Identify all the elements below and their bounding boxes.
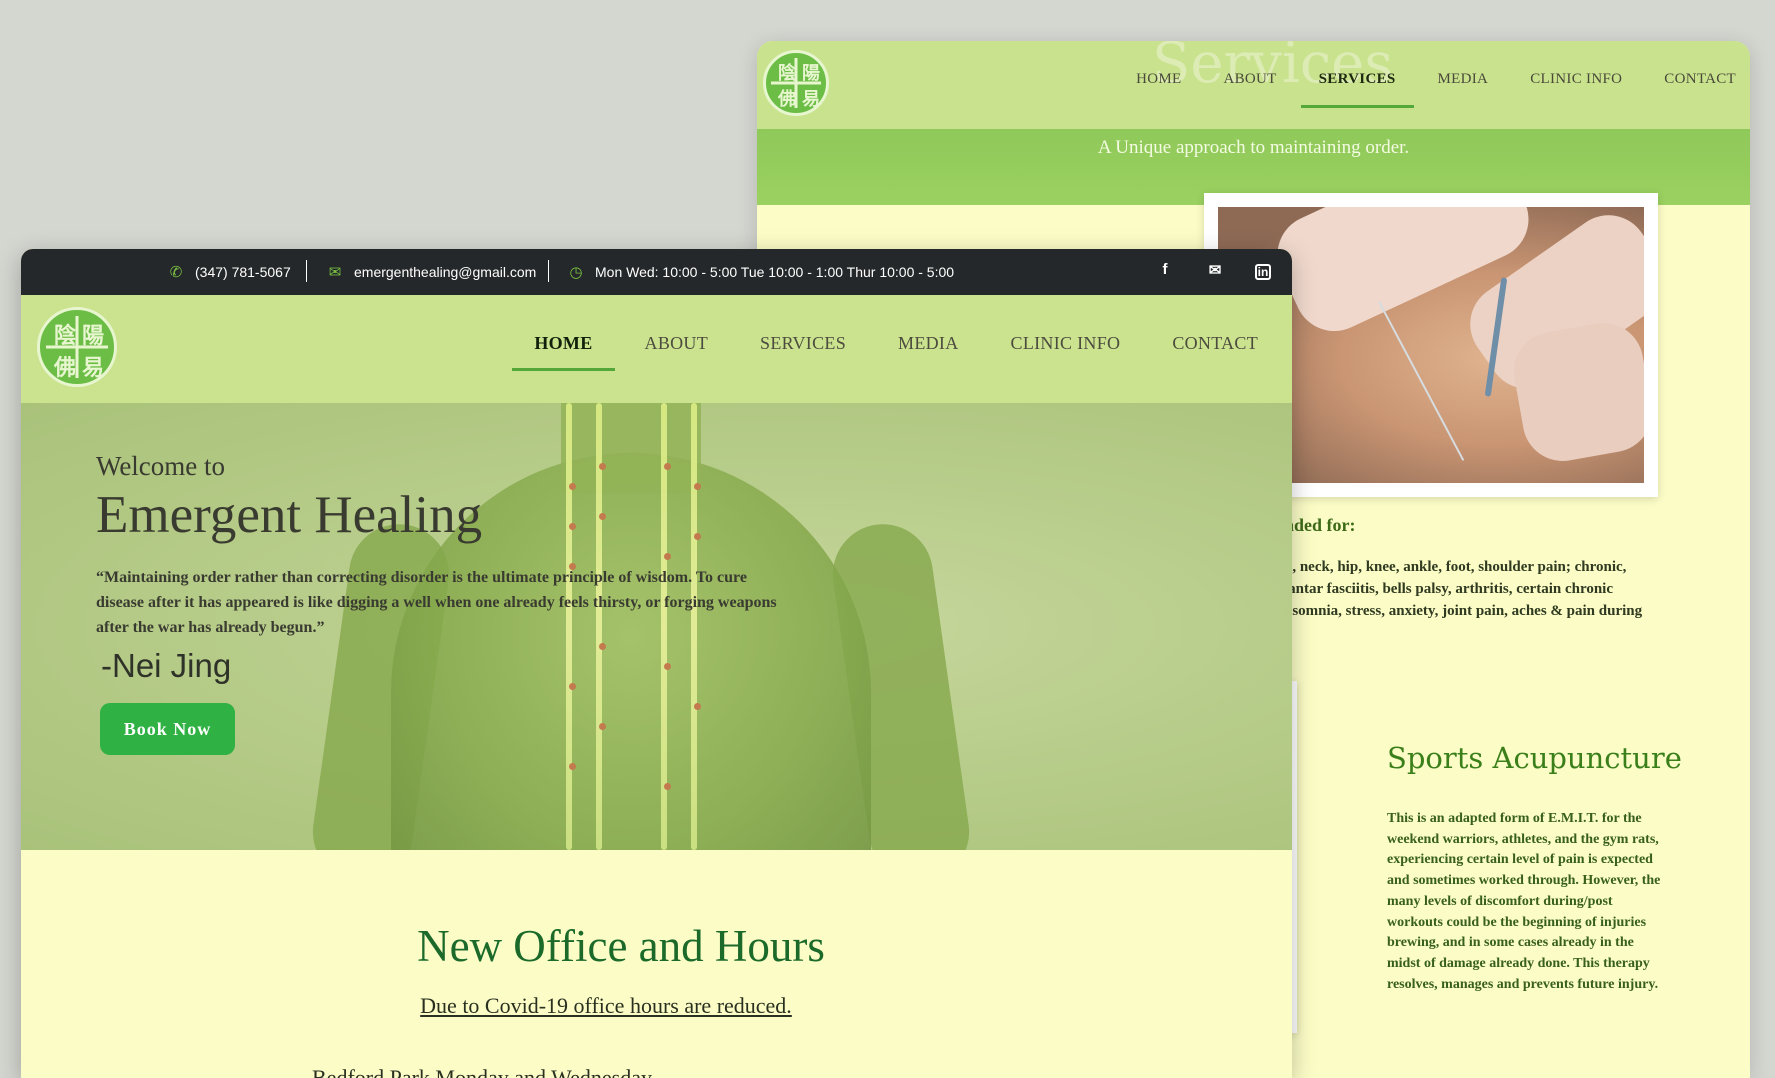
hero-quote-author: -Nei Jing (101, 647, 232, 684)
office-hours: Mon Wed: 10:00 - 5:00 Tue 10:00 - 1:00 T… (595, 264, 955, 280)
nav-services[interactable]: SERVICES (760, 333, 846, 354)
topbar-email[interactable]: ✉ emergenthealing@gmail.com (326, 249, 537, 295)
topbar-divider (548, 260, 549, 282)
covid-notice-link[interactable]: Due to Covid-19 office hours are reduced… (21, 993, 1191, 1019)
sports-acupuncture-title: Sports Acupuncture (1387, 741, 1682, 775)
services-header: 陰 陽 佛 易 Services HOME ABOUT SERVICES MED… (757, 41, 1750, 129)
nav-media[interactable]: MEDIA (898, 333, 959, 354)
recommended-list: k, neck, hip, knee, ankle, foot, shoulde… (1284, 556, 1734, 622)
topbar-hours: ◷ Mon Wed: 10:00 - 5:00 Tue 10:00 - 1:00… (567, 249, 954, 295)
services-tagline: A Unique approach to maintaining order. (1097, 137, 1410, 158)
clinic-logo[interactable]: 陰 陽 佛 易 (763, 50, 829, 116)
office-location-line: Bedford Park Monday and Wednesday (312, 1065, 652, 1078)
recommended-line-1: k, neck, hip, knee, ankle, foot, shoulde… (1284, 559, 1627, 575)
book-now-button[interactable]: Book Now (100, 703, 235, 755)
nav-about[interactable]: ABOUT (1223, 71, 1276, 88)
contact-topbar: ✆ (347) 781-5067 ✉ emergenthealing@gmail… (21, 249, 1292, 295)
hero-title: Emergent Healing (96, 486, 483, 544)
nav-home[interactable]: HOME (1136, 71, 1181, 88)
clinic-logo[interactable]: 陰 陽 佛 易 (37, 307, 117, 387)
recommended-line-3: nsomnia, stress, anxiety, joint pain, ac… (1284, 603, 1643, 619)
phone-icon: ✆ (169, 264, 183, 281)
nav-media[interactable]: MEDIA (1438, 71, 1489, 88)
home-page-window: ✆ (347) 781-5067 ✉ emergenthealing@gmail… (21, 249, 1292, 1078)
linkedin-icon[interactable]: in (1255, 264, 1271, 280)
nav-home[interactable]: HOME (512, 333, 615, 371)
recommended-line-2: lantar fasciitis, bells palsy, arthritis… (1284, 581, 1614, 597)
hero-section: Welcome to Emergent Healing “Maintaining… (21, 403, 1292, 850)
topbar-divider (306, 260, 307, 282)
envelope-icon: ✉ (328, 264, 342, 281)
email-address: emergenthealing@gmail.com (354, 264, 537, 280)
sports-acupuncture-description: This is an adapted form of E.M.I.T. for … (1387, 811, 1661, 992)
recommended-heading: nded for: (1284, 515, 1356, 535)
nav-services[interactable]: SERVICES (1300, 71, 1414, 108)
services-nav: HOME ABOUT SERVICES MEDIA CLINIC INFO CO… (1136, 71, 1736, 108)
topbar-phone[interactable]: ✆ (347) 781-5067 (167, 249, 291, 295)
nav-contact[interactable]: CONTACT (1172, 333, 1258, 354)
phone-number: (347) 781-5067 (195, 264, 291, 280)
hero-quote: “Maintaining order rather than correctin… (96, 569, 777, 636)
mail-icon[interactable]: ✉ (1204, 261, 1226, 283)
nav-clinic-info[interactable]: CLINIC INFO (1530, 71, 1622, 88)
nav-contact[interactable]: CONTACT (1664, 71, 1736, 88)
hero-welcome: Welcome to (96, 451, 226, 481)
main-navbar: 陰 陽 佛 易 HOME ABOUT SERVICES MEDIA CLINIC… (21, 295, 1292, 403)
nav-clinic-info[interactable]: CLINIC INFO (1011, 333, 1121, 354)
nav-about[interactable]: ABOUT (645, 333, 709, 354)
office-hours-title: New Office and Hours (417, 921, 825, 971)
facebook-icon[interactable]: f (1154, 261, 1176, 283)
main-nav: HOME ABOUT SERVICES MEDIA CLINIC INFO CO… (512, 333, 1258, 371)
clock-icon: ◷ (569, 264, 583, 281)
